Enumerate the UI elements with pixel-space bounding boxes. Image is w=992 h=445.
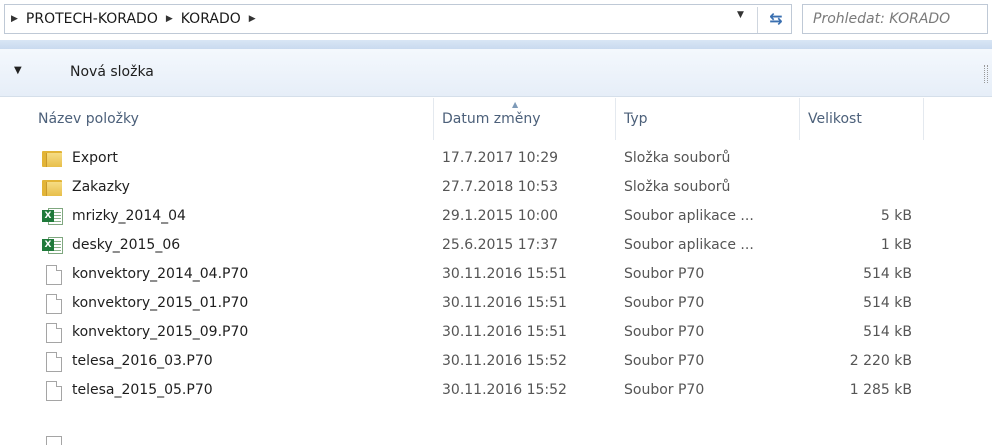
breadcrumb[interactable]: ▶ PROTECH-KORADO ▶ KORADO ▶ ▼ ⇆	[4, 4, 792, 34]
command-bar: ▼ Nová složka	[0, 49, 992, 97]
file-size: 514 kB	[863, 295, 912, 311]
partial-file-icon	[46, 436, 62, 445]
file-name: Export	[72, 150, 118, 166]
file-name: konvektory_2015_09.P70	[72, 324, 249, 340]
breadcrumb-item-protech-korado[interactable]: PROTECH-KORADO	[26, 11, 158, 27]
excel-file-icon: X	[42, 207, 64, 227]
column-headers: Název položky Datum změny Typ Velikost	[0, 98, 992, 140]
search-input[interactable]: Prohledat: KORADO	[802, 4, 988, 34]
file-date-modified: 29.1.2015 10:00	[442, 208, 559, 224]
column-header-date[interactable]: Datum změny	[434, 98, 616, 140]
file-type: Soubor P70	[624, 353, 705, 369]
file-date-modified: 30.11.2016 15:51	[442, 295, 567, 311]
breadcrumb-separator-icon[interactable]: ▶	[249, 14, 256, 24]
file-type: Soubor P70	[624, 266, 705, 282]
file-row[interactable]: konvektory_2015_01.P70 30.11.2016 15:51 So…	[0, 290, 992, 319]
organize-dropdown-icon[interactable]: ▼	[14, 65, 22, 76]
generic-file-icon	[42, 381, 64, 401]
file-row[interactable]: Xmrizky_2014_04 29.1.2015 10:00 Soubor apl…	[0, 203, 992, 232]
file-name: mrizky_2014_04	[72, 208, 186, 224]
sort-ascending-icon: ▲	[512, 100, 519, 109]
file-size: 5 kB	[880, 208, 912, 224]
file-size: 1 285 kB	[849, 382, 912, 398]
address-divider	[757, 7, 758, 33]
generic-file-icon	[42, 294, 64, 314]
file-row[interactable]: Xdesky_2015_06 25.6.2015 17:37 Soubor apli…	[0, 232, 992, 261]
file-row[interactable]: Zakazky 27.7.2018 10:53 Složka souborů	[0, 174, 992, 203]
search-placeholder: Prohledat: KORADO	[813, 11, 951, 27]
address-bar-border	[0, 40, 992, 49]
toolbar-grip-icon	[984, 65, 988, 83]
file-type: Soubor aplikace ...	[624, 237, 754, 253]
file-date-modified: 27.7.2018 10:53	[442, 179, 559, 195]
breadcrumb-root-arrow-icon[interactable]: ▶	[11, 14, 18, 24]
column-header-size[interactable]: Velikost	[800, 98, 924, 140]
file-date-modified: 30.11.2016 15:51	[442, 324, 567, 340]
file-date-modified: 30.11.2016 15:52	[442, 353, 567, 369]
generic-file-icon	[42, 323, 64, 343]
file-date-modified: 25.6.2015 17:37	[442, 237, 559, 253]
file-type: Složka souborů	[624, 150, 731, 166]
folder-icon	[42, 178, 64, 198]
file-row[interactable]: telesa_2016_03.P70 30.11.2016 15:52 Soubor…	[0, 348, 992, 377]
file-row[interactable]: telesa_2015_05.P70 30.11.2016 15:52 Soubor…	[0, 377, 992, 406]
file-type: Složka souborů	[624, 179, 731, 195]
folder-icon	[42, 149, 64, 169]
file-type: Soubor aplikace ...	[624, 208, 754, 224]
new-folder-button[interactable]: Nová složka	[70, 64, 154, 80]
file-size: 2 220 kB	[849, 353, 912, 369]
file-size: 514 kB	[863, 266, 912, 282]
file-date-modified: 30.11.2016 15:51	[442, 266, 567, 282]
file-size: 514 kB	[863, 324, 912, 340]
file-type: Soubor P70	[624, 382, 705, 398]
file-type: Soubor P70	[624, 324, 705, 340]
file-row[interactable]: konvektory_2015_09.P70 30.11.2016 15:51 So…	[0, 319, 992, 348]
address-history-dropdown-icon[interactable]: ▼	[737, 10, 744, 20]
file-date-modified: 30.11.2016 15:52	[442, 382, 567, 398]
generic-file-icon	[42, 352, 64, 372]
file-type: Soubor P70	[624, 295, 705, 311]
column-header-type[interactable]: Typ	[616, 98, 800, 140]
file-size: 1 kB	[880, 237, 912, 253]
breadcrumb-item-korado[interactable]: KORADO	[181, 11, 241, 27]
refresh-icon[interactable]: ⇆	[765, 7, 787, 31]
file-row[interactable]: konvektory_2014_04.P70 30.11.2016 15:51 So…	[0, 261, 992, 290]
generic-file-icon	[42, 265, 64, 285]
excel-file-icon: X	[42, 236, 64, 256]
address-bar: ▶ PROTECH-KORADO ▶ KORADO ▶ ▼ ⇆ Prohleda…	[0, 0, 992, 40]
file-list: Export 17.7.2017 10:29 Složka souborů Zakaz…	[0, 145, 992, 406]
file-name: konvektory_2014_04.P70	[72, 266, 249, 282]
column-header-name[interactable]: Název položky	[30, 98, 434, 140]
file-name: telesa_2016_03.P70	[72, 353, 213, 369]
file-date-modified: 17.7.2017 10:29	[442, 150, 559, 166]
file-name: telesa_2015_05.P70	[72, 382, 213, 398]
file-name: konvektory_2015_01.P70	[72, 295, 249, 311]
file-row[interactable]: Export 17.7.2017 10:29 Složka souborů	[0, 145, 992, 174]
file-name: desky_2015_06	[72, 237, 181, 253]
file-name: Zakazky	[72, 179, 130, 195]
breadcrumb-separator-icon[interactable]: ▶	[166, 14, 173, 24]
